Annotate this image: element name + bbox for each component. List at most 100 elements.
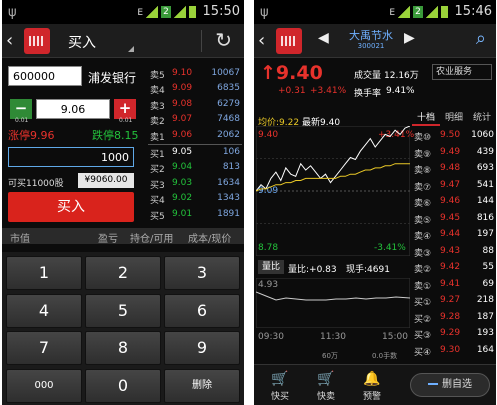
keypad-key[interactable]: 3 (164, 256, 240, 290)
depth-row[interactable]: 买② 9.28 187 (412, 308, 496, 326)
depth-volume: 197 (476, 229, 494, 239)
orderbook-price: 9.05 (172, 147, 193, 157)
keypad-key[interactable]: 9 (164, 331, 240, 365)
remove-favorite-button[interactable]: 删自选 (410, 373, 490, 397)
keypad-key[interactable]: 4 (6, 293, 82, 328)
positions-header: 市值 盈亏 持仓/可用 成本/现价 (2, 228, 244, 245)
refresh-icon[interactable]: ↻ (215, 28, 232, 52)
orderbook-volume: 6279 (217, 98, 240, 109)
price-change-pct: +3.41% (310, 86, 347, 96)
current-price: ↑9.40 (260, 62, 323, 84)
depth-row[interactable]: 买① 9.27 218 (412, 291, 496, 309)
volume-ratio-value: 量比:+0.83 (288, 265, 337, 275)
orderbook-price: 9.03 (172, 177, 193, 188)
stock-code-input[interactable]: 600000 (8, 66, 82, 86)
bell-icon[interactable]: 🔔 (352, 371, 392, 387)
orderbook-row[interactable]: 卖1 9.06 2062 (148, 128, 242, 144)
orderbook-row[interactable]: 买5 9.01 1891 (148, 207, 242, 223)
back-arrow-icon[interactable]: ‹ (6, 30, 13, 51)
depth-row[interactable]: 卖③ 9.43 88 (412, 242, 496, 260)
stock-name: 大禹节水 (349, 29, 393, 42)
orderbook-row[interactable]: 卖2 9.07 7468 (148, 112, 242, 128)
orderbook-row[interactable]: 卖4 9.09 6835 (148, 81, 242, 97)
keypad-key[interactable]: 删除 (164, 368, 240, 403)
keypad-key[interactable]: 6 (164, 293, 240, 328)
depth-row[interactable]: 卖⑥ 9.46 144 (412, 192, 496, 210)
prev-stock-icon[interactable]: ◀ (318, 30, 329, 46)
depth-volume: 439 (476, 146, 494, 157)
keypad-key[interactable]: 8 (85, 331, 161, 365)
status-icons: E 2 (137, 6, 196, 18)
cart-sell-icon[interactable]: 🛒 (306, 371, 346, 387)
depth-row[interactable]: 卖⑨ 9.49 439 (412, 143, 496, 161)
depth-row[interactable]: 卖⑤ 9.45 816 (412, 209, 496, 227)
orderbook-volume: 7468 (217, 114, 240, 125)
depth-row[interactable]: 卖⑦ 9.47 541 (412, 176, 496, 194)
keypad-key[interactable]: 000 (6, 368, 82, 403)
col-market-value: 市值 (10, 234, 30, 245)
orderbook-row[interactable]: 买4 9.02 1343 (148, 191, 242, 207)
depth-row[interactable]: 买③ 9.29 193 (412, 324, 496, 342)
depth-volume: 218 (476, 295, 494, 305)
orderbook-level: 买3 (150, 180, 165, 191)
stock-quote-screen: ψ E 2 15:46 ‹ ◀ 大禹节水 300021 ▶ ⌕ ↑9.40 +0… (254, 0, 496, 405)
orderbook-level: 买1 (150, 150, 165, 160)
orderbook-row[interactable]: 卖5 9.10 10067 (148, 66, 242, 82)
menu-corner-icon[interactable] (128, 46, 134, 52)
quick-buy-button[interactable]: 快买 (260, 389, 300, 402)
search-icon[interactable]: ⌕ (476, 28, 486, 49)
orderbook-row[interactable]: 买1 9.05 106 (148, 145, 242, 161)
orderbook-row[interactable]: 买3 9.03 1634 (148, 176, 242, 192)
battery-icon (189, 6, 196, 18)
orderbook-row[interactable]: 卖3 9.08 6279 (148, 97, 242, 113)
time-axis-mid: 11:30 (320, 332, 346, 342)
depth-row[interactable]: 卖② 9.42 55 (412, 258, 496, 276)
orderbook-price: 9.06 (172, 129, 193, 140)
depth-level: 卖⑦ (414, 182, 432, 193)
minus-icon (428, 383, 438, 385)
depth-row[interactable]: 卖⑩ 9.50 1060 (412, 126, 496, 144)
app-logo (276, 28, 302, 54)
depth-price: 9.28 (440, 311, 461, 322)
alert-button[interactable]: 预警 (352, 389, 392, 402)
depth-price: 9.42 (440, 262, 461, 272)
quantity-input[interactable]: 1000 (8, 147, 134, 167)
cart-buy-icon[interactable]: 🛒 (260, 371, 300, 387)
keypad-key[interactable]: 1 (6, 256, 82, 290)
keypad-key[interactable]: 5 (85, 293, 161, 328)
tab-statistics[interactable]: 统计 (468, 110, 496, 126)
quick-sell-button[interactable]: 快卖 (306, 389, 346, 402)
depth-row[interactable]: 卖① 9.41 69 (412, 275, 496, 293)
clock: 15:46 (454, 4, 492, 19)
price-decrease-button[interactable]: − (10, 99, 32, 119)
orderbook-row[interactable]: 买2 9.04 813 (148, 160, 242, 176)
intraday-price-chart (256, 126, 410, 256)
tab-ten-levels[interactable]: 十档 (412, 110, 440, 126)
depth-row[interactable]: 卖④ 9.44 197 (412, 225, 496, 243)
industry-tag[interactable]: 农业服务 (432, 64, 492, 80)
volume-ratio-tab[interactable]: 量比 (258, 260, 284, 274)
price-increase-button[interactable]: + (114, 99, 136, 119)
orderbook-volume: 10067 (211, 68, 240, 78)
price-input[interactable]: 9.06 (36, 99, 110, 119)
keypad-key[interactable]: 7 (6, 331, 82, 365)
edge-icon: E (137, 8, 143, 18)
depth-row[interactable]: 卖⑧ 9.48 693 (412, 159, 496, 177)
orderbook-level: 卖2 (150, 117, 165, 128)
depth-price: 9.30 (440, 344, 461, 355)
orderbook-volume: 106 (222, 147, 240, 157)
depth-level: 卖④ (414, 232, 432, 242)
keypad-key[interactable]: 0 (85, 368, 161, 403)
tab-details[interactable]: 明细 (440, 110, 468, 126)
depth-price: 9.27 (440, 295, 461, 305)
next-stock-icon[interactable]: ▶ (404, 30, 415, 46)
back-arrow-icon[interactable]: ‹ (258, 30, 265, 51)
orderbook-price: 9.08 (172, 98, 193, 109)
turnover-value: 9.41% (386, 86, 415, 96)
depth-price: 9.48 (440, 163, 461, 173)
depth-row[interactable]: 买④ 9.30 164 (412, 341, 496, 359)
depth-level: 买② (414, 314, 432, 325)
usb-icon: ψ (260, 5, 269, 20)
buy-button[interactable]: 买入 (8, 192, 134, 222)
keypad-key[interactable]: 2 (85, 256, 161, 290)
